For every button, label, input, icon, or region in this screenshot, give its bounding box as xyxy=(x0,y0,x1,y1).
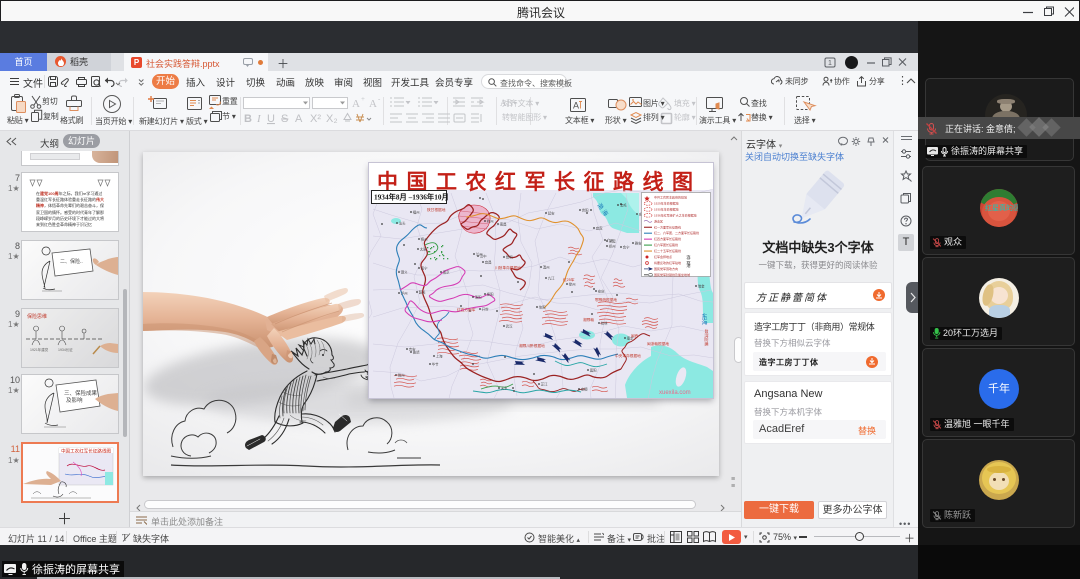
svg-text:福州: 福州 xyxy=(413,209,420,214)
svg-text:毕节: 毕节 xyxy=(432,361,439,366)
svg-text:将要反攻的红军驻地: 将要反攻的红军驻地 xyxy=(654,260,681,265)
svg-text:延安: 延安 xyxy=(548,210,555,215)
svg-text:九江: 九江 xyxy=(548,275,555,280)
svg-text:衡阳: 衡阳 xyxy=(487,291,494,296)
svg-text:及影响: 及影响 xyxy=(66,396,83,404)
svg-text:红一方面军长征路线: 红一方面军长征路线 xyxy=(654,224,681,229)
svg-text:川陕革命根据地: 川陕革命根据地 xyxy=(495,265,521,270)
svg-text:开封: 开封 xyxy=(482,306,489,311)
svg-text:S: S xyxy=(281,113,288,125)
svg-text:湘鄂川黔根据地: 湘鄂川黔根据地 xyxy=(519,343,545,348)
svg-text:雅安: 雅安 xyxy=(635,240,642,245)
svg-text:温州: 温州 xyxy=(543,264,550,269)
svg-text:吴起: 吴起 xyxy=(609,238,616,243)
svg-text:国民党军围攻方向: 国民党军围攻方向 xyxy=(654,266,678,271)
svg-text:红二、六军团、二方面军长征路线: 红二、六军团、二方面军长征路线 xyxy=(654,230,699,235)
svg-text:信阳: 信阳 xyxy=(539,304,546,309)
svg-text:贵阳: 贵阳 xyxy=(582,207,589,212)
svg-text:宜宾: 宜宾 xyxy=(596,225,603,230)
svg-text:韶关: 韶关 xyxy=(419,289,426,294)
svg-text:1929年革命根据地: 1929年革命根据地 xyxy=(654,200,679,205)
svg-text:襄阳: 襄阳 xyxy=(590,367,597,372)
svg-text:1936年红军经扩大之革命根据地: 1936年红军经扩大之革命根据地 xyxy=(654,212,697,217)
svg-text:1: 1 xyxy=(828,60,832,67)
svg-text:A: A xyxy=(573,101,579,111)
svg-text:红军会师地点: 红军会师地点 xyxy=(654,254,672,259)
svg-text:国民党军封锁线及堡垒地域: 国民党军封锁线及堡垒地域 xyxy=(654,272,690,277)
svg-text:芷江: 芷江 xyxy=(541,381,548,386)
svg-text:鄂豫皖根据地: 鄂豫皖根据地 xyxy=(595,297,617,302)
svg-text:中共工农民主政府的驻地: 中共工农民主政府的驻地 xyxy=(654,195,687,200)
svg-text:xuexila.com: xuexila.com xyxy=(659,390,691,396)
svg-text:1934长征: 1934长征 xyxy=(58,347,73,352)
svg-text:X₂: X₂ xyxy=(326,113,338,125)
svg-text:宜昌: 宜昌 xyxy=(485,259,492,264)
svg-text:连云港: 连云港 xyxy=(686,254,692,269)
svg-text:-: - xyxy=(378,95,381,103)
svg-text:湘鄂赣: 湘鄂赣 xyxy=(583,317,594,322)
svg-text:1921年建党: 1921年建党 xyxy=(30,347,49,352)
svg-text:兰州: 兰州 xyxy=(476,251,483,256)
svg-text:1930年革命根据地: 1930年革命根据地 xyxy=(654,206,679,211)
svg-text:安顺: 安顺 xyxy=(581,386,588,391)
svg-text:昆明: 昆明 xyxy=(506,254,513,259)
svg-text:B: B xyxy=(244,113,252,125)
svg-text:红四方面军长征路线: 红四方面军长征路线 xyxy=(654,236,681,241)
svg-text:汕头: 汕头 xyxy=(399,220,406,225)
svg-text:红二十五军长征路线: 红二十五军长征路线 xyxy=(654,248,681,253)
svg-text:桂林: 桂林 xyxy=(601,320,608,325)
svg-text:A: A xyxy=(369,98,377,110)
svg-text:南宁: 南宁 xyxy=(421,265,428,270)
svg-text:陕甘根据地: 陕甘根据地 xyxy=(427,207,446,212)
svg-text:天水: 天水 xyxy=(501,385,508,390)
svg-text:瑞金: 瑞金 xyxy=(698,283,705,288)
svg-text:南昌: 南昌 xyxy=(500,221,507,226)
svg-text:安庆: 安庆 xyxy=(598,288,605,293)
svg-text:A: A xyxy=(352,98,360,110)
svg-text:X²: X² xyxy=(310,113,321,125)
svg-text:曲靖: 曲靖 xyxy=(413,349,420,354)
svg-text:中央革命根据地: 中央革命根据地 xyxy=(615,353,641,358)
svg-text:闽浙赣根据地: 闽浙赣根据地 xyxy=(647,341,669,346)
svg-text:太原: 太原 xyxy=(420,246,427,251)
svg-text:红25军: 红25军 xyxy=(563,277,575,282)
svg-text:遵义: 遵义 xyxy=(401,269,408,274)
svg-text:会宁: 会宁 xyxy=(623,244,630,249)
svg-text:杭州: 杭州 xyxy=(487,218,494,223)
svg-text:+: + xyxy=(361,95,365,103)
svg-text:三、保险成果: 三、保险成果 xyxy=(64,389,98,397)
svg-text:武汉: 武汉 xyxy=(506,323,513,328)
svg-text:二、保险..: 二、保险.. xyxy=(60,258,83,265)
svg-text:赣州: 赣州 xyxy=(398,372,405,377)
svg-text:闽西: 闽西 xyxy=(631,333,639,338)
svg-text:泸州: 泸州 xyxy=(401,290,408,295)
svg-text:徐州: 徐州 xyxy=(569,281,576,286)
svg-text:保险思维: 保险思维 xyxy=(27,313,47,320)
svg-text:郑州: 郑州 xyxy=(609,243,616,248)
svg-text:上海: 上海 xyxy=(436,353,443,358)
svg-text:U: U xyxy=(267,113,275,125)
svg-text:红六军团长征路线: 红六军团长征路线 xyxy=(654,242,678,247)
svg-text:台湾防建: 台湾防建 xyxy=(704,328,710,348)
svg-text:I: I xyxy=(256,113,262,125)
svg-text:洛阳: 洛阳 xyxy=(475,294,482,299)
svg-text:东海: 东海 xyxy=(700,312,707,326)
svg-text:红四方面军: 红四方面军 xyxy=(457,307,476,312)
svg-text:1934年8月 –1936年10月: 1934年8月 –1936年10月 xyxy=(374,193,449,202)
svg-text:游击区: 游击区 xyxy=(654,218,663,223)
svg-text:梧州: 梧州 xyxy=(421,236,428,241)
svg-text:南京: 南京 xyxy=(443,269,450,274)
svg-text:A: A xyxy=(295,113,303,125)
svg-text:中国工农红军长征路线图: 中国工农红军长征路线图 xyxy=(61,448,112,455)
